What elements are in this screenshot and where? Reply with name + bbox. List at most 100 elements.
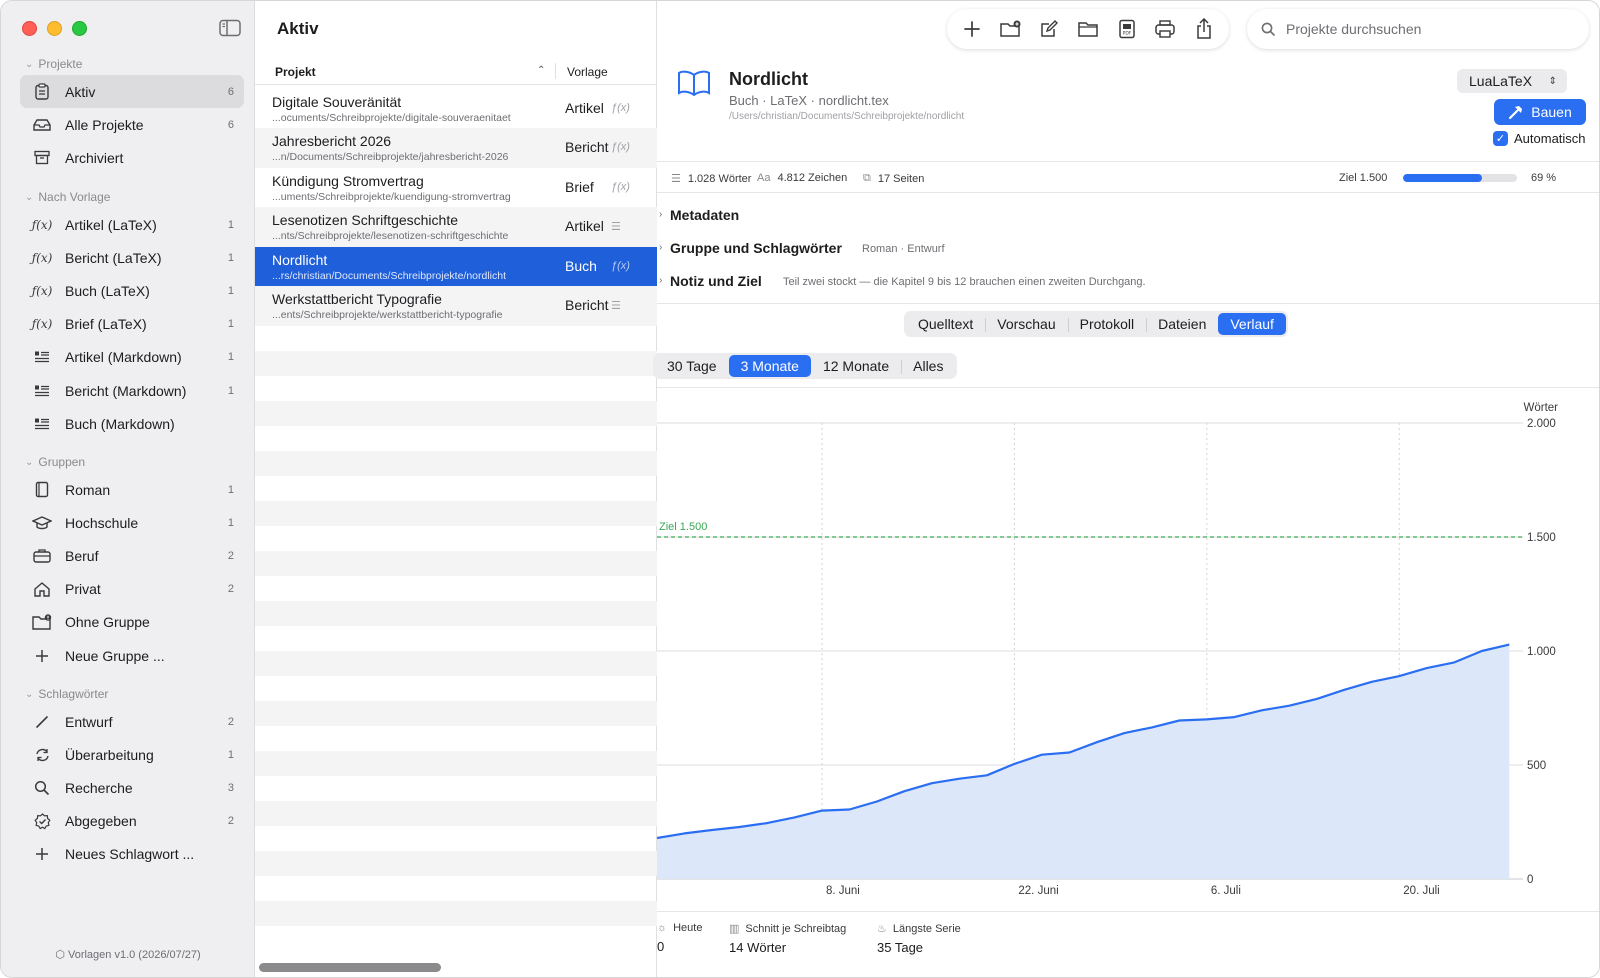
sidebar-item-aktiv[interactable]: Aktiv 6 <box>20 75 244 108</box>
sidebar-item-artikel-latex[interactable]: ƒ(x) Artikel (LaTeX) 1 <box>20 208 244 241</box>
cube-icon: ⬡ <box>55 949 65 961</box>
compose-button[interactable] <box>1035 15 1063 43</box>
build-button[interactable]: Bauen <box>1494 99 1586 125</box>
add-project-button[interactable] <box>958 15 986 43</box>
disclosure-notiz-und-ziel[interactable]: › Notiz und Ziel Teil zwei stockt — die Ka… <box>659 273 1599 293</box>
sidebar-item-abgegeben[interactable]: Abgegeben 2 <box>20 805 244 838</box>
project-name: Lesenotizen Schriftgeschichte <box>272 212 458 229</box>
print-button[interactable] <box>1151 15 1179 43</box>
sidebar-item-roman[interactable]: Roman 1 <box>20 473 244 506</box>
table-row[interactable]: Lesenotizen Schriftgeschichte ...nts/Schr… <box>255 207 657 248</box>
sidebar-section-header[interactable]: ⌄ Projekte <box>25 57 82 71</box>
disclosure-metadaten[interactable]: › Metadaten <box>659 207 1599 227</box>
sidebar-section-header[interactable]: ⌄ Nach Vorlage <box>25 190 110 204</box>
zoom-window-button[interactable] <box>72 21 87 36</box>
sidebar-item-artikel-markdown[interactable]: Artikel (Markdown) 1 <box>20 341 244 374</box>
tab-protokoll[interactable]: Protokoll <box>1067 313 1146 335</box>
pdf-document-icon: PDF <box>1118 19 1135 39</box>
share-icon <box>1196 18 1211 39</box>
compose-icon <box>1041 20 1059 37</box>
sidebar-item-alle-projekte[interactable]: Alle Projekte 6 <box>20 108 244 141</box>
sidebar-item-hochschule[interactable]: Hochschule 1 <box>20 506 244 539</box>
window-controls <box>22 21 87 36</box>
text-lines-icon: ☰ <box>611 300 621 312</box>
tab-vorschau[interactable]: Vorschau <box>985 313 1067 335</box>
book-closed-icon <box>32 481 52 499</box>
disclosure-summary: Roman · Entwurf <box>862 243 945 255</box>
sidebar-section-header[interactable]: ⌄ Gruppen <box>25 455 85 469</box>
range-selector: 30 Tage 3 Monate 12 Monate Alles <box>653 353 958 379</box>
share-button[interactable] <box>1190 15 1218 43</box>
new-folder-button[interactable] <box>997 15 1025 43</box>
sidebar-item-count: 1 <box>227 318 234 331</box>
empty-row <box>255 701 657 726</box>
text-lines-icon <box>32 348 52 366</box>
close-window-button[interactable] <box>22 21 37 36</box>
sidebar-item-überarbeitung[interactable]: Überarbeitung 1 <box>20 738 244 771</box>
char-count-stat: Aa 4.812 Zeichen <box>757 172 847 184</box>
column-template[interactable]: Vorlage <box>567 65 608 79</box>
sidebar-item-ohne-gruppe[interactable]: Ohne Gruppe <box>20 606 244 639</box>
sidebar-item-bericht-latex[interactable]: ƒ(x) Bericht (LaTeX) 1 <box>20 241 244 274</box>
sidebar-item-neues-schlagwort[interactable]: Neues Schlagwort ... <box>20 838 244 871</box>
checkbox-checked-icon[interactable]: ✓ <box>1493 131 1508 146</box>
disclosure-gruppe-und-schlagwörter[interactable]: › Gruppe und Schlagwörter Roman · Entwurf <box>659 240 1599 260</box>
sidebar-item-buch-latex[interactable]: ƒ(x) Buch (LaTeX) 1 <box>20 274 244 307</box>
table-row[interactable]: Nordlicht ...rs/christian/Documents/Schre… <box>255 246 657 287</box>
sidebar-item-count: 3 <box>227 781 234 794</box>
sidebar-item-recherche[interactable]: Recherche 3 <box>20 771 244 804</box>
average-label: Schnitt je Schreibtag <box>745 922 847 935</box>
search-field[interactable] <box>1247 9 1589 49</box>
sidebar-item-buch-markdown[interactable]: Buch (Markdown) <box>20 407 244 440</box>
sidebar-item-neue-gruppe[interactable]: Neue Gruppe ... <box>20 639 244 672</box>
column-separator[interactable] <box>555 63 556 79</box>
tab-quelltext[interactable]: Quelltext <box>906 313 985 335</box>
open-folder-button[interactable] <box>1074 15 1102 43</box>
table-row[interactable]: Werkstattbericht Typografie ...ents/Schre… <box>255 286 657 326</box>
project-name: Digitale Souveränität <box>272 94 402 110</box>
empty-row <box>255 601 657 626</box>
range-12-monate[interactable]: 12 Monate <box>811 355 901 377</box>
project-name: Werkstattbericht Typografie <box>272 291 442 307</box>
auto-build-toggle[interactable]: ✓ Automatisch <box>1493 131 1586 146</box>
sidebar-item-brief-latex[interactable]: ƒ(x) Brief (LaTeX) 1 <box>20 308 244 341</box>
today-value: 0 <box>657 939 665 954</box>
open-pdf-button[interactable]: PDF <box>1113 15 1141 43</box>
sidebar-section-header[interactable]: ⌄ Schlagwörter <box>25 687 108 701</box>
column-project[interactable]: Projekt <box>275 65 316 79</box>
search-input[interactable] <box>1286 21 1566 37</box>
sidebar-item-entwurf[interactable]: Entwurf 2 <box>20 705 244 738</box>
table-row[interactable]: Kündigung Stromvertrag ...uments/Schreibp… <box>255 168 657 208</box>
minimize-window-button[interactable] <box>47 21 62 36</box>
arrows-circle-icon <box>32 746 52 764</box>
sidebar-item-label: Artikel (LaTeX) <box>65 216 157 233</box>
sidebar-toggle-icon[interactable] <box>219 19 241 37</box>
engine-select[interactable]: LuaLaTeX ⇕ <box>1457 69 1567 93</box>
chevron-down-icon: ⌄ <box>25 688 34 700</box>
project-path: ...ents/Schreibprojekte/werkstattbericht… <box>272 309 503 321</box>
stats-bar: ☰ 1.028 Wörter Aa 4.812 Zeichen ⧉ 17 Sei… <box>657 161 1599 193</box>
tab-verlauf[interactable]: Verlauf <box>1218 313 1286 335</box>
y-tick-label: 2.000 <box>1527 418 1556 430</box>
table-row[interactable]: Digitale Souveränität ...ocuments/Schreib… <box>255 89 657 129</box>
range-30-tage[interactable]: 30 Tage <box>655 355 729 377</box>
range-alles[interactable]: Alles <box>901 355 955 377</box>
page-count-stat: ⧉ 17 Seiten <box>863 172 924 185</box>
table-row[interactable]: Jahresbericht 2026 ...n/Documents/Schreib… <box>255 128 657 169</box>
plus-icon <box>964 21 981 37</box>
sidebar-item-count: 2 <box>227 715 234 728</box>
horizontal-scrollbar[interactable] <box>259 963 441 972</box>
sort-ascending-icon[interactable]: ⌃ <box>537 65 545 76</box>
list-title: Aktiv <box>277 19 319 38</box>
open-book-icon <box>678 70 710 97</box>
sidebar-item-label: Abgegeben <box>65 813 137 830</box>
sidebar-item-beruf[interactable]: Beruf 2 <box>20 539 244 572</box>
tab-dateien[interactable]: Dateien <box>1146 313 1218 335</box>
sidebar-item-label: Aktiv <box>65 83 96 100</box>
disclosure-title: Metadaten <box>670 207 740 223</box>
sidebar-item-bericht-markdown[interactable]: Bericht (Markdown) 1 <box>20 374 244 407</box>
range-3-monate[interactable]: 3 Monate <box>728 355 811 377</box>
sidebar-item-archiviert[interactable]: Archiviert <box>20 141 244 174</box>
sidebar-item-privat[interactable]: Privat 2 <box>20 573 244 606</box>
project-path: ...n/Documents/Schreibprojekte/jahresber… <box>272 151 509 164</box>
